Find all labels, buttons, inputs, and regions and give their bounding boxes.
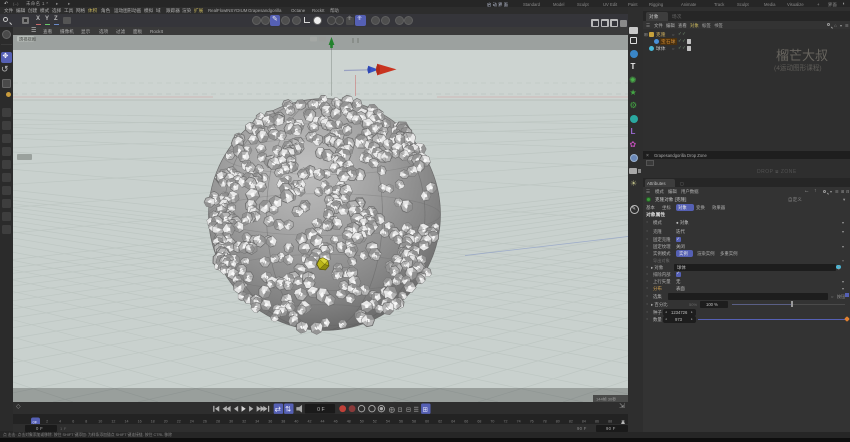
svg-text:88: 88 <box>608 420 612 424</box>
svg-text:⨁: ⨁ <box>389 407 395 414</box>
svg-text:76: 76 <box>530 420 534 424</box>
svg-text:4: 4 <box>59 420 61 424</box>
svg-text:80: 80 <box>556 420 560 424</box>
svg-text:36: 36 <box>268 420 272 424</box>
svg-text:☰: ☰ <box>414 407 420 414</box>
svg-text:82: 82 <box>569 420 573 424</box>
svg-text:32: 32 <box>242 420 246 424</box>
svg-text:58: 58 <box>412 420 416 424</box>
svg-text:48: 48 <box>347 420 351 424</box>
svg-text:28: 28 <box>216 420 220 424</box>
svg-text:84: 84 <box>582 420 586 424</box>
svg-text:64: 64 <box>451 420 455 424</box>
svg-text:34: 34 <box>255 420 259 424</box>
svg-text:12: 12 <box>111 420 115 424</box>
svg-text:14: 14 <box>125 420 129 424</box>
svg-text:26: 26 <box>203 420 207 424</box>
svg-text:86: 86 <box>595 420 599 424</box>
svg-text:78: 78 <box>543 420 547 424</box>
svg-text:6: 6 <box>72 420 74 424</box>
svg-text:44: 44 <box>321 420 325 424</box>
svg-text:30: 30 <box>229 420 233 424</box>
svg-text:42: 42 <box>308 420 312 424</box>
svg-text:⇄: ⇄ <box>275 405 282 414</box>
svg-text:20: 20 <box>164 420 168 424</box>
svg-text:⊞: ⊞ <box>422 407 428 414</box>
svg-text:66: 66 <box>464 420 468 424</box>
svg-text:40: 40 <box>294 420 298 424</box>
svg-text:16: 16 <box>138 420 142 424</box>
svg-text:24: 24 <box>190 420 194 424</box>
svg-text:56: 56 <box>399 420 403 424</box>
svg-text:72: 72 <box>504 420 508 424</box>
svg-text:70: 70 <box>490 420 494 424</box>
svg-text:38: 38 <box>281 420 285 424</box>
svg-text:54: 54 <box>386 420 390 424</box>
svg-text:62: 62 <box>438 420 442 424</box>
svg-text:⇅: ⇅ <box>285 405 292 414</box>
svg-text:46: 46 <box>334 420 338 424</box>
svg-text:⊟: ⊟ <box>406 407 411 414</box>
svg-text:18: 18 <box>151 420 155 424</box>
svg-text:⊡: ⊡ <box>397 407 402 414</box>
svg-text:52: 52 <box>373 420 377 424</box>
svg-text:8: 8 <box>85 420 87 424</box>
svg-text:0 F: 0 F <box>317 407 325 413</box>
svg-text:10: 10 <box>98 420 102 424</box>
svg-text:22: 22 <box>177 420 181 424</box>
svg-text:144帧 30秒: 144帧 30秒 <box>596 396 616 402</box>
svg-text:74: 74 <box>517 420 521 424</box>
svg-text:2: 2 <box>46 420 48 424</box>
svg-text:68: 68 <box>477 420 481 424</box>
svg-text:透视视图: 透视视图 <box>19 36 36 43</box>
svg-text:50: 50 <box>360 420 364 424</box>
svg-text:60: 60 <box>425 420 429 424</box>
